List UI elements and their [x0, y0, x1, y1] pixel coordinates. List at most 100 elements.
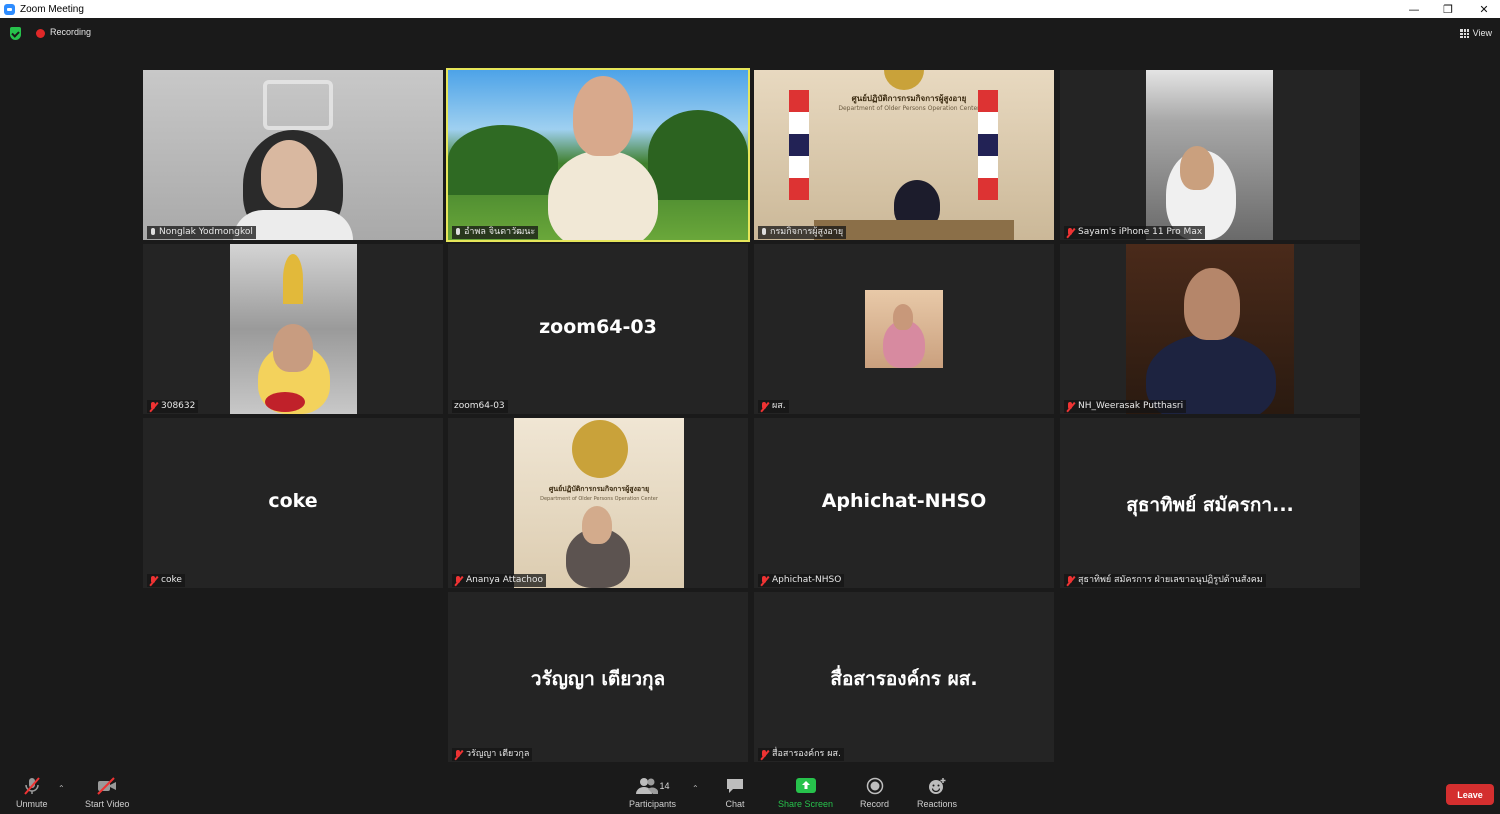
reactions-smiley-icon — [927, 776, 947, 796]
participant-tile[interactable]: 308632 — [143, 244, 443, 414]
participant-name: Aphichat-NHSO — [772, 575, 842, 585]
participant-nametag: อำพล จินดาวัฒนะ — [452, 226, 539, 239]
participant-video — [865, 290, 943, 368]
participant-name: วรัญญา เตียวกุล — [466, 749, 530, 759]
window-title: Zoom Meeting — [20, 3, 84, 15]
muted-microphone-icon — [454, 749, 463, 760]
share-screen-label: Share Screen — [778, 799, 834, 809]
video-off-icon — [96, 776, 118, 796]
muted-microphone-icon — [454, 575, 463, 586]
chat-bubble-icon — [725, 776, 745, 796]
participant-name: กรมกิจการผู้สูงอายุ — [770, 227, 844, 237]
participant-tile[interactable]: Nonglak Yodmongkol — [143, 70, 443, 240]
participant-tile[interactable]: NH_Weerasak Putthasri — [1060, 244, 1360, 414]
participant-video — [1126, 244, 1294, 414]
share-screen-button[interactable]: Share Screen — [778, 776, 833, 809]
participant-nametag: 308632 — [147, 400, 199, 413]
participant-nametag: ผส. — [758, 400, 789, 413]
participant-tile[interactable]: ศูนย์ปฏิบัติการกรมกิจการผู้สูงอายุ Depar… — [754, 70, 1054, 240]
participant-name: Nonglak Yodmongkol — [159, 227, 253, 237]
participants-button[interactable]: 14 Participants — [629, 776, 676, 809]
view-button[interactable]: View — [1459, 26, 1492, 40]
participant-tile[interactable]: วรัญญา เตียวกุล วรัญญา เตียวกุล — [448, 592, 748, 762]
participant-nametag: กรมกิจการผู้สูงอายุ — [758, 226, 847, 239]
window-titlebar: Zoom Meeting — ❐ ✕ — [0, 0, 1500, 18]
unmute-button[interactable]: Unmute — [16, 776, 48, 809]
participant-tile[interactable]: zoom64-03 zoom64-03 — [448, 244, 748, 414]
participant-name: zoom64-03 — [454, 401, 505, 411]
muted-microphone-icon — [760, 749, 769, 760]
audio-options-caret-icon[interactable]: ⌃ — [58, 784, 65, 793]
microphone-icon — [454, 227, 461, 238]
view-label: View — [1472, 28, 1492, 38]
participant-display-name: Aphichat-NHSO — [821, 490, 987, 512]
participant-nametag: Aphichat-NHSO — [758, 574, 845, 587]
muted-microphone-icon — [149, 575, 158, 586]
participant-name: สุธาทิพย์ สมัครการ ฝ่ายเลขาอนุปฏิรูปด้าน… — [1078, 575, 1263, 585]
participant-nametag: สื่อสารองค์กร ผส. — [758, 748, 844, 761]
participant-tile-active-speaker[interactable]: อำพล จินดาวัฒนะ — [446, 68, 750, 242]
start-video-button[interactable]: Start Video — [85, 776, 129, 809]
participant-name: coke — [161, 575, 182, 585]
participant-nametag: วรัญญา เตียวกุล — [452, 748, 533, 761]
record-button[interactable]: Record — [860, 776, 889, 809]
meeting-topbar: Recording View — [0, 18, 1500, 50]
grid-view-icon — [1459, 28, 1469, 38]
microphone-icon — [760, 227, 767, 238]
share-screen-icon — [795, 776, 817, 796]
unmute-label: Unmute — [16, 799, 48, 809]
minimize-button[interactable]: — — [1396, 0, 1432, 18]
participant-tile[interactable]: สุธาทิพย์ สมัครกา... สุธาทิพย์ สมัครการ … — [1060, 418, 1360, 588]
wall-sign-subtext: Department of Older Persons Operation Ce… — [540, 496, 658, 502]
security-shield-icon[interactable] — [10, 27, 21, 40]
recording-label: Recording — [50, 27, 92, 37]
participant-display-name: สุธาทิพย์ สมัครกา... — [1126, 494, 1294, 516]
muted-microphone-icon — [760, 401, 769, 412]
participant-tile[interactable]: ศูนย์ปฏิบัติการกรมกิจการผู้สูงอายุ Depar… — [448, 418, 748, 588]
start-video-label: Start Video — [85, 799, 130, 809]
chat-label: Chat — [725, 799, 745, 809]
muted-microphone-icon — [760, 575, 769, 586]
wall-sign-text: ศูนย์ปฏิบัติการกรมกิจการผู้สูงอายุ — [548, 485, 650, 493]
participant-display-name: coke — [268, 490, 318, 512]
participant-name: ผส. — [772, 401, 786, 411]
participant-name: 308632 — [161, 401, 196, 411]
record-icon — [866, 776, 884, 796]
participant-video: ศูนย์ปฏิบัติการกรมกิจการผู้สูงอายุ Depar… — [754, 70, 1054, 240]
participant-name: สื่อสารองค์กร ผส. — [772, 749, 841, 759]
participant-nametag: zoom64-03 — [452, 400, 508, 413]
participant-tile[interactable]: coke coke — [143, 418, 443, 588]
participant-nametag: NH_Weerasak Putthasri — [1064, 400, 1187, 413]
participant-nametag: coke — [147, 574, 185, 587]
participant-name: อำพล จินดาวัฒนะ — [464, 227, 536, 237]
muted-microphone-icon — [1066, 401, 1075, 412]
participant-video — [230, 244, 357, 414]
recording-dot-icon — [36, 29, 45, 38]
meeting-toolbar: Unmute ⌃ Start Video 14 Participants ⌃ C… — [0, 770, 1500, 814]
participant-video — [1146, 70, 1273, 240]
participants-label: Participants — [629, 799, 677, 809]
reactions-button[interactable]: Reactions — [917, 776, 957, 809]
leave-button[interactable]: Leave — [1446, 784, 1494, 805]
participant-tile[interactable]: สื่อสารองค์กร ผส. สื่อสารองค์กร ผส. — [754, 592, 1054, 762]
participant-name: Ananya Attachoo — [466, 575, 544, 585]
participant-tile[interactable]: ผส. — [754, 244, 1054, 414]
participant-video: ศูนย์ปฏิบัติการกรมกิจการผู้สูงอายุ Depar… — [514, 418, 684, 588]
participant-display-name: zoom64-03 — [539, 316, 657, 338]
participant-nametag: Sayam's iPhone 11 Pro Max — [1064, 226, 1206, 239]
participant-tile[interactable]: Sayam's iPhone 11 Pro Max — [1060, 70, 1360, 240]
restore-button[interactable]: ❐ — [1430, 0, 1466, 18]
participant-name: Sayam's iPhone 11 Pro Max — [1078, 227, 1203, 237]
participant-nametag: Nonglak Yodmongkol — [147, 226, 256, 239]
participant-display-name: วรัญญา เตียวกุล — [530, 668, 666, 690]
participant-nametag: Ananya Attachoo — [452, 574, 547, 587]
participant-tile[interactable]: Aphichat-NHSO Aphichat-NHSO — [754, 418, 1054, 588]
reactions-label: Reactions — [917, 799, 958, 809]
chat-button[interactable]: Chat — [725, 776, 745, 809]
participant-name: NH_Weerasak Putthasri — [1078, 401, 1184, 411]
participant-nametag: สุธาทิพย์ สมัครการ ฝ่ายเลขาอนุปฏิรูปด้าน… — [1064, 574, 1266, 587]
participants-options-caret-icon[interactable]: ⌃ — [692, 784, 699, 793]
participant-video — [143, 70, 443, 240]
close-button[interactable]: ✕ — [1466, 0, 1500, 18]
record-label: Record — [860, 799, 890, 809]
